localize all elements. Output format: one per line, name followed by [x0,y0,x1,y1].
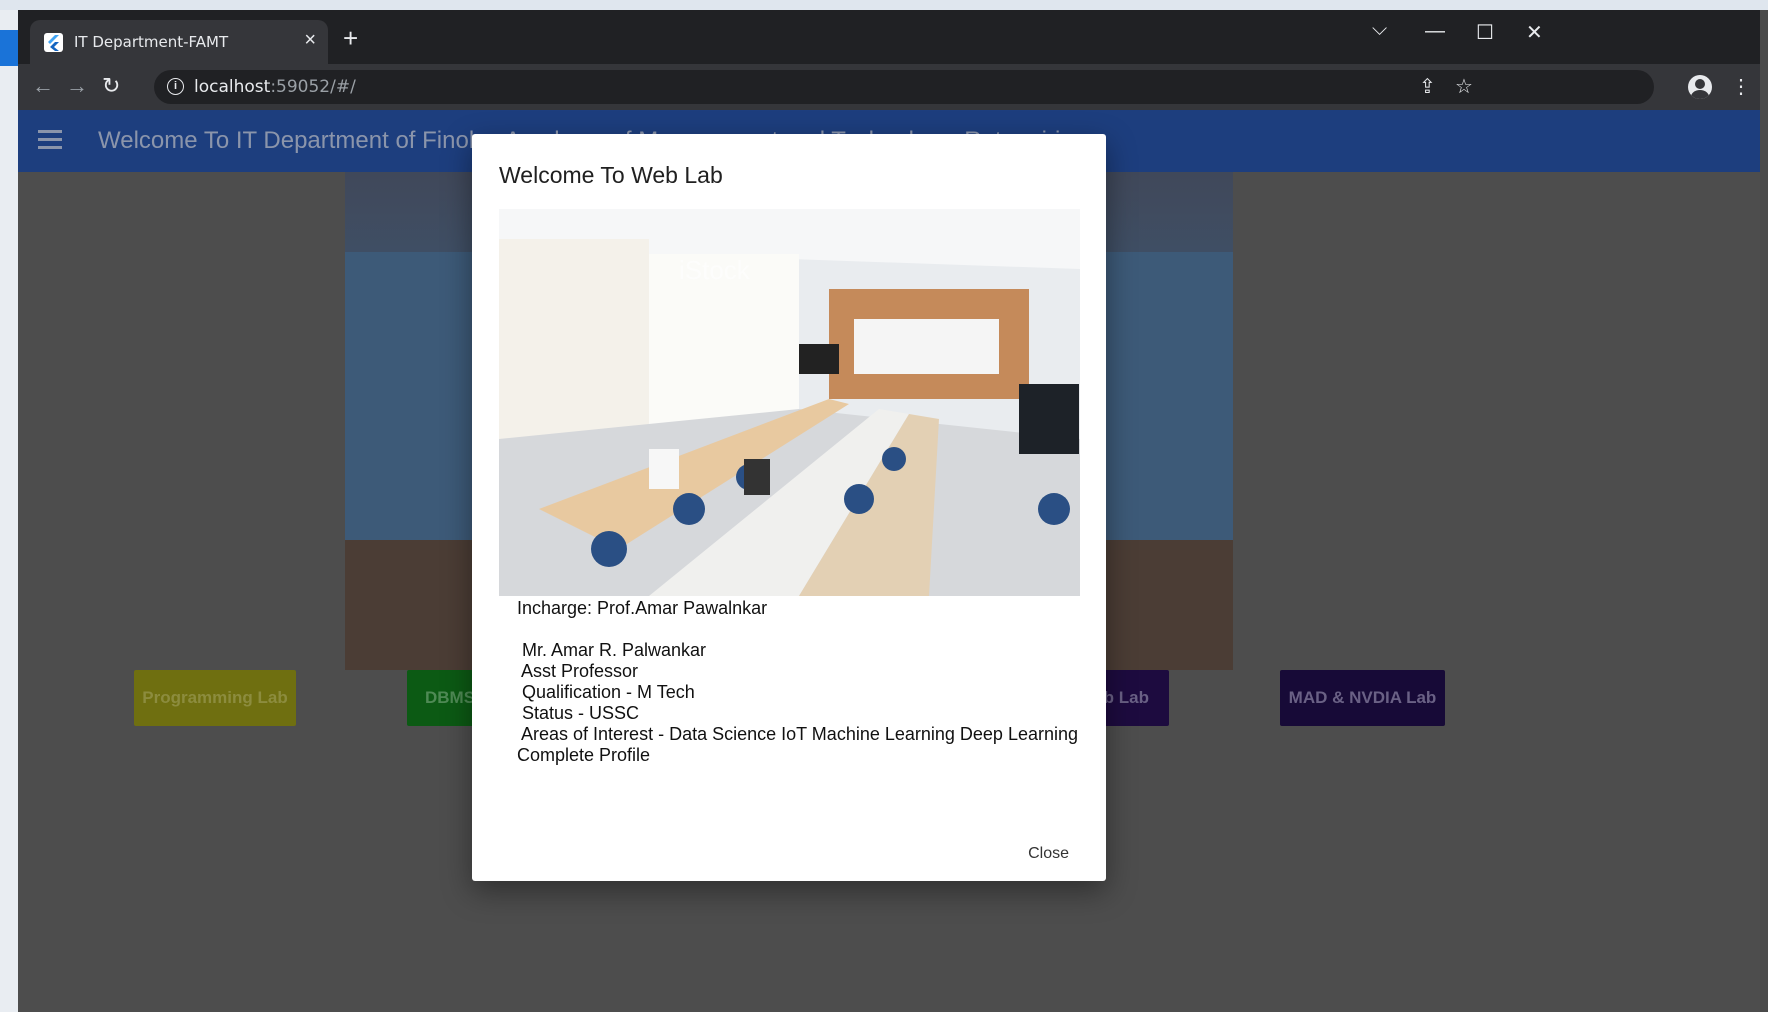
flutter-favicon-icon [44,33,63,52]
qualification-line: Qualification - M Tech [517,682,695,702]
tab-title: IT Department-FAMT [74,33,229,51]
computer-lab-photo: iStock [499,209,1080,596]
bookmark-star-icon[interactable]: ☆ [1455,75,1473,99]
incharge-info: Incharge: Prof.Amar Pawalnkar Mr. Amar R… [517,598,1078,766]
reload-icon[interactable]: ↻ [102,73,120,99]
forward-icon[interactable]: → [66,73,88,99]
minimize-icon[interactable]: — [1425,20,1445,43]
desktop-side-strip [0,10,18,1012]
programming-lab-button[interactable]: Programming Lab [134,670,296,726]
back-icon[interactable]: ← [32,73,54,99]
browser-menu-icon[interactable]: ⋮ [1731,75,1751,99]
address-bar[interactable]: i localhost:59052/#/ ⇪ ☆ [154,70,1654,104]
web-lab-dialog: Welcome To Web Lab iStock Incharge: Prof… [472,134,1106,881]
designation-line: Asst Professor [517,661,639,681]
building-right-wing [1103,252,1233,552]
site-info-icon[interactable]: i [167,78,184,95]
interests-line: Areas of Interest - Data Science IoT Mac… [517,724,1078,744]
window-close-icon[interactable]: ✕ [1526,20,1543,45]
name-line: Mr. Amar R. Palwankar [517,640,707,660]
page-viewport: Welcome To IT Department of Finolex Acad… [18,110,1760,1012]
share-icon[interactable]: ⇪ [1419,75,1436,99]
maximize-icon[interactable]: ☐ [1476,20,1494,45]
incharge-line: Incharge: Prof.Amar Pawalnkar [517,598,768,618]
complete-profile-link[interactable]: Complete Profile [517,745,1078,766]
new-tab-icon[interactable]: + [343,25,358,51]
building-left-wing [345,252,475,552]
tab-search-chevron-icon[interactable]: ⌵ [1372,18,1387,41]
profile-avatar-icon[interactable] [1688,75,1712,99]
dialog-close-button[interactable]: Close [1024,841,1073,867]
status-line: Status - USSC [517,703,640,723]
tab-close-icon[interactable]: × [304,30,316,50]
browser-toolbar: ← → ↻ i localhost:59052/#/ ⇪ ☆ ⋮ [18,64,1760,110]
dialog-title: Welcome To Web Lab [499,162,723,188]
watermark-text: iStock [679,255,751,285]
browser-window: IT Department-FAMT × + ⌵ — ☐ ✕ ← → ↻ i l… [18,10,1760,1012]
url-text: localhost:59052/#/ [194,77,356,97]
tab-strip: IT Department-FAMT × + ⌵ — ☐ ✕ [18,10,1760,64]
browser-tab[interactable]: IT Department-FAMT × [30,20,328,64]
mad-nvdia-lab-button[interactable]: MAD & NVDIA Lab [1280,670,1445,726]
desktop-background [0,0,1768,10]
desktop-taskbar-accent [0,30,18,66]
hamburger-menu-icon[interactable] [38,130,62,150]
